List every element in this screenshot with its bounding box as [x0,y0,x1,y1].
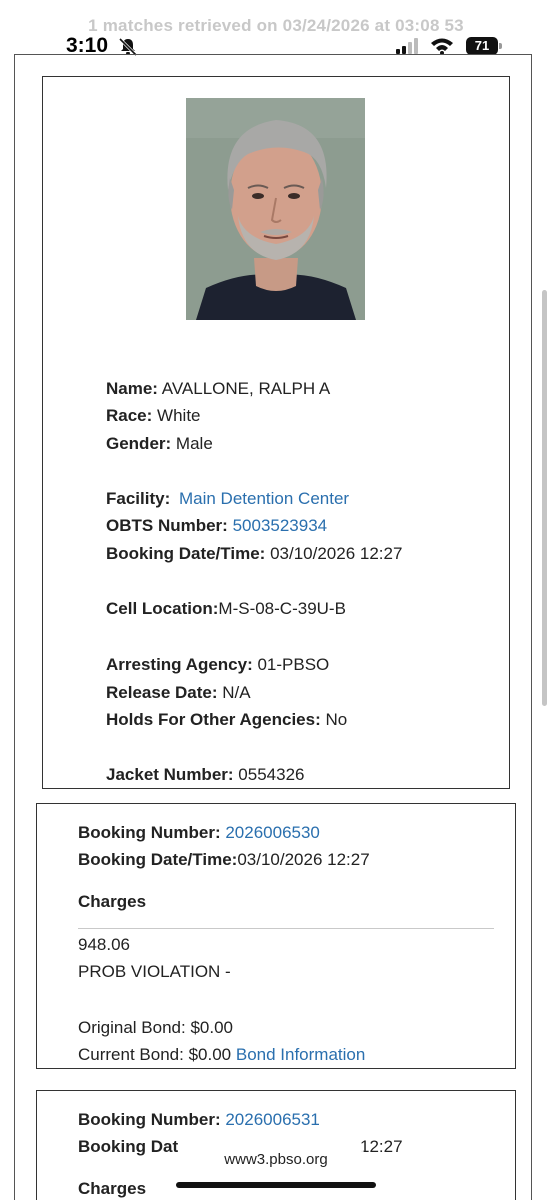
race-label: Race: [106,406,153,425]
jacket-number-value: 0554326 [238,765,305,784]
booking-datetime-label: Booking Date/Time: [106,544,266,563]
name-row: Name: AVALLONE, RALPH A [106,378,330,400]
booking-datetime-row: Booking Date/Time: 03/10/2026 12:27 [106,543,402,565]
booking-datetime-value: 12:27 [360,1137,403,1156]
arresting-agency-value: 01-PBSO [257,655,330,674]
original-bond-label: Original Bond: [78,1018,186,1037]
url-bar[interactable]: www3.pbso.org [186,1143,366,1177]
booking-number-row: Booking Number: 2026006531 [78,1109,320,1131]
gender-value: Male [175,434,213,453]
race-row: Race: White [106,405,201,427]
booking-datetime-row: Booking Dat [78,1136,178,1158]
url-text: www3.pbso.org [224,1151,328,1168]
wifi-icon [431,38,453,55]
charges-heading: Charges [78,1179,147,1198]
release-date-label: Release Date: [106,683,218,702]
arresting-agency-label: Arresting Agency: [106,655,253,674]
home-indicator[interactable] [176,1182,376,1188]
bond-information-link[interactable]: Bond Information [236,1045,365,1064]
booking-number-link[interactable]: 2026006530 [225,823,320,842]
scrollbar[interactable] [542,290,547,706]
mugshot-photo [186,98,365,320]
battery-icon: 71 [466,37,502,55]
cell-location-label: Cell Location: [106,599,219,618]
holds-value: No [325,710,348,729]
original-bond-row: Original Bond: $0.00 [78,1017,233,1039]
original-bond-value: $0.00 [190,1018,234,1037]
holds-label: Holds For Other Agencies: [106,710,321,729]
race-value: White [157,406,201,425]
release-date-row: Release Date: N/A [106,682,251,704]
booking-number-label: Booking Number: [78,1110,221,1129]
holds-row: Holds For Other Agencies: No [106,709,347,731]
booking-datetime-value: 03/10/2026 12:27 [270,544,403,563]
charge-statute: 948.06 [78,935,130,954]
booking-number-link[interactable]: 2026006531 [225,1110,320,1129]
jacket-number-label: Jacket Number: [106,765,234,784]
charges-divider [78,928,494,929]
arresting-agency-row: Arresting Agency: 01-PBSO [106,654,329,676]
current-bond-value: $0.00 [188,1045,232,1064]
charges-heading: Charges [78,892,147,911]
battery-level: 71 [466,37,498,55]
gender-row: Gender: Male [106,433,213,455]
facility-link[interactable]: Main Detention Center [179,489,349,508]
booking-datetime-value: 03/10/2026 12:27 [237,850,370,869]
current-bond-row: Current Bond: $0.00 Bond Information [78,1044,365,1066]
gender-label: Gender: [106,434,172,453]
booking-datetime-row: Booking Date/Time:03/10/2026 12:27 [78,849,370,871]
facility-row: Facility: Main Detention Center [106,488,349,510]
booking-datetime-label: Booking Dat [78,1137,179,1156]
booking-datetime-label: Booking Date/Time: [78,850,238,869]
cell-signal-icon [396,38,418,54]
obts-label: OBTS Number: [106,516,228,535]
release-date-value: N/A [222,683,251,702]
facility-label: Facility: [106,489,171,508]
name-value: AVALLONE, RALPH A [161,379,331,398]
obts-row: OBTS Number: 5003523934 [106,515,327,537]
booking-number-label: Booking Number: [78,823,221,842]
current-bond-label: Current Bond: [78,1045,184,1064]
booking-number-row: Booking Number: 2026006530 [78,822,320,844]
jacket-number-row: Jacket Number: 0554326 [106,764,304,786]
cell-location-row: Cell Location:M-S-08-C-39U-B [106,598,346,620]
charge-description: PROB VIOLATION - [78,962,231,981]
cell-location-value: M-S-08-C-39U-B [218,599,346,618]
obts-number-link[interactable]: 5003523934 [233,516,328,535]
name-label: Name: [106,379,158,398]
